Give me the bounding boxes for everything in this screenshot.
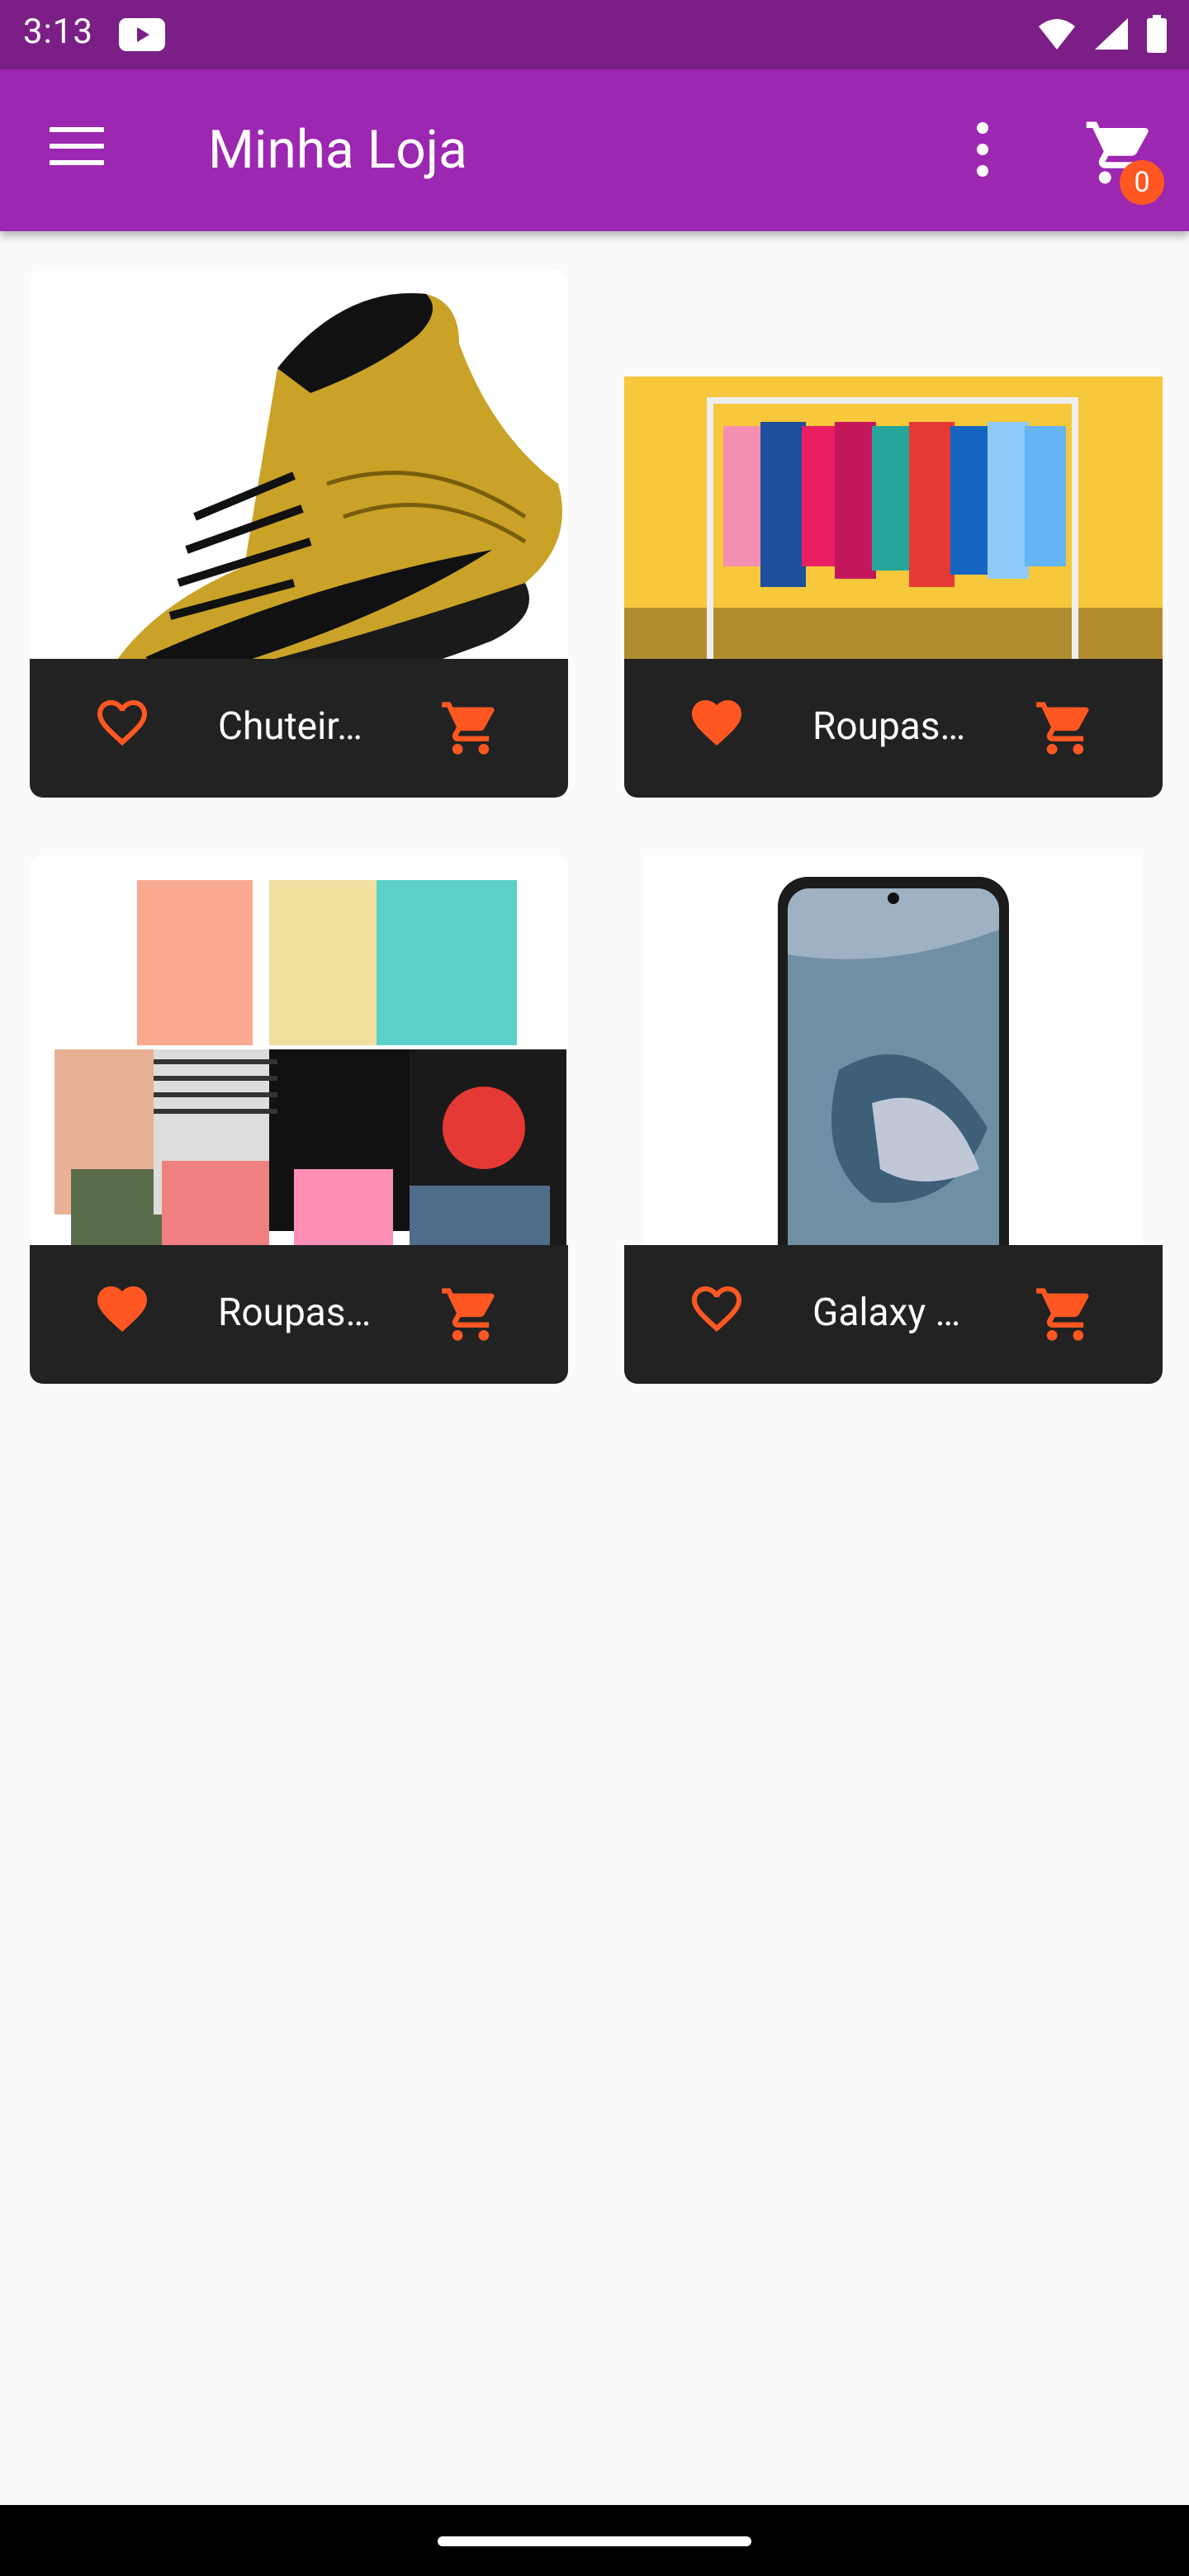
card-footer: Galaxy …	[624, 1245, 1163, 1384]
heart-outline-icon	[692, 1286, 741, 1333]
cart-icon	[1036, 702, 1089, 755]
cart-icon	[442, 1288, 495, 1341]
cart-icon	[442, 702, 495, 755]
app-title: Minha Loja	[208, 119, 467, 181]
heart-outline-icon	[97, 700, 147, 746]
wifi-icon	[1037, 17, 1077, 54]
status-time: 3:13	[23, 12, 93, 52]
add-to-cart-button[interactable]	[439, 1283, 502, 1346]
signal-icon	[1093, 17, 1130, 54]
navigation-bar	[0, 2505, 1189, 2576]
status-bar: 3:13	[0, 0, 1189, 69]
product-card[interactable]: Galaxy …	[624, 855, 1163, 1384]
app-bar: Minha Loja 0	[0, 69, 1189, 231]
card-footer: Chuteir…	[30, 659, 568, 798]
more-options-button[interactable]	[968, 122, 997, 180]
card-footer: Roupas…	[624, 659, 1163, 798]
add-to-cart-button[interactable]	[439, 697, 502, 760]
heart-filled-icon	[692, 700, 741, 746]
home-gesture-handle[interactable]	[438, 2536, 751, 2546]
favorite-button[interactable]	[92, 700, 152, 755]
heart-filled-icon	[97, 1286, 147, 1333]
favorite-button[interactable]	[92, 1286, 152, 1341]
product-name: Galaxy …	[812, 1290, 961, 1335]
add-to-cart-button[interactable]	[1034, 697, 1097, 760]
product-name: Roupas…	[812, 704, 966, 749]
product-card[interactable]: Chuteir…	[30, 269, 568, 798]
product-card[interactable]: Roupas…	[30, 855, 568, 1384]
favorite-button[interactable]	[687, 1286, 746, 1341]
cart-icon	[1036, 1288, 1089, 1341]
battery-icon	[1146, 15, 1168, 56]
product-card[interactable]: Roupas…	[624, 269, 1163, 798]
menu-button[interactable]	[50, 127, 104, 170]
cart-count-badge: 0	[1120, 160, 1164, 205]
card-footer: Roupas…	[30, 1245, 568, 1384]
product-name: Roupas…	[218, 1290, 372, 1335]
youtube-icon	[119, 18, 165, 54]
add-to-cart-button[interactable]	[1034, 1283, 1097, 1346]
product-name: Chuteir…	[218, 704, 362, 749]
favorite-button[interactable]	[687, 700, 746, 755]
